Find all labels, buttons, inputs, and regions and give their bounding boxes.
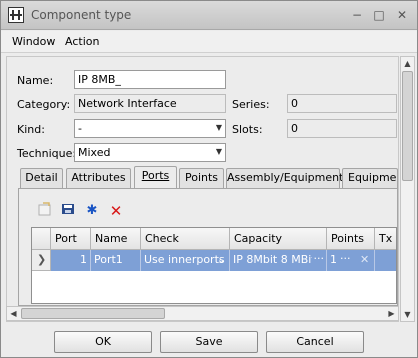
vertical-scrollbar[interactable]: ▲ ▼	[400, 56, 415, 322]
column-header-port[interactable]: Port	[51, 228, 91, 250]
tab-detail[interactable]: Detail	[20, 168, 63, 188]
cell-capacity[interactable]: IP 8Mbit 8 MBit ···	[230, 250, 327, 271]
save-button[interactable]: Save	[160, 331, 258, 353]
column-header-tx[interactable]: Tx	[375, 228, 396, 250]
cell-port[interactable]: 1	[51, 250, 91, 271]
cell-capacity-value: IP 8Mbit 8 MBit	[233, 253, 316, 266]
slots-label: Slots:	[232, 123, 263, 136]
app-icon	[8, 7, 24, 23]
save-icon[interactable]	[59, 202, 77, 220]
cell-check[interactable]: Use innerports ⌄	[141, 250, 230, 271]
column-header-check[interactable]: Check	[141, 228, 230, 250]
title-bar[interactable]: Component type − □ ✕	[1, 1, 417, 30]
ellipsis-icon[interactable]: ···	[340, 252, 351, 265]
maximize-button[interactable]: □	[371, 8, 387, 22]
name-label: Name:	[17, 74, 54, 87]
row-indicator-header	[32, 228, 51, 250]
category-label: Category:	[17, 98, 71, 111]
tab-points[interactable]: Points	[179, 168, 224, 188]
technique-label: Technique:	[17, 147, 77, 160]
cell-check-value: Use innerports	[144, 253, 225, 266]
menu-bar: Window Action	[1, 31, 417, 53]
chevron-down-icon[interactable]: ⌄	[217, 253, 226, 266]
chevron-down-icon: ▼	[215, 147, 222, 156]
edit-icon[interactable]	[36, 202, 54, 220]
slots-field: 0	[287, 119, 397, 138]
vertical-scroll-thumb[interactable]	[402, 71, 413, 181]
scroll-right-icon[interactable]: ▶	[387, 309, 396, 318]
ports-grid: Port Name Check Capacity Points Tx ❯ 1 P…	[31, 227, 397, 304]
menu-window[interactable]: Window	[12, 35, 55, 48]
cancel-button[interactable]: Cancel	[266, 331, 364, 353]
menu-action[interactable]: Action	[65, 35, 99, 48]
cell-name[interactable]: Port1	[91, 250, 141, 271]
window-title: Component type	[31, 8, 132, 22]
minimize-button[interactable]: −	[349, 8, 365, 22]
cell-points[interactable]: 1 ··· ✕	[327, 250, 375, 271]
cell-points-value: 1	[330, 253, 337, 266]
kind-value: -	[78, 122, 82, 135]
technique-value: Mixed	[78, 146, 111, 159]
column-header-points[interactable]: Points	[327, 228, 375, 250]
component-type-window: Component type − □ ✕ Window Action Name:…	[0, 0, 418, 358]
tab-ports[interactable]: Ports	[134, 166, 177, 189]
row-pointer-icon[interactable]: ❯	[32, 250, 51, 271]
technique-select[interactable]: Mixed ▼	[74, 143, 226, 162]
chevron-down-icon: ▼	[215, 123, 222, 132]
column-header-name[interactable]: Name	[91, 228, 141, 250]
scroll-down-icon[interactable]: ▼	[403, 310, 412, 319]
series-field: 0	[287, 94, 397, 113]
scroll-left-icon[interactable]: ◀	[9, 309, 18, 318]
horizontal-scrollbar[interactable]: ◀ ▶	[6, 306, 399, 321]
tab-assembly-equipment[interactable]: Assembly/Equipment	[226, 168, 343, 188]
ellipsis-icon[interactable]: ···	[311, 252, 324, 265]
name-input[interactable]: IP 8MB_	[74, 70, 226, 89]
kind-label: Kind:	[17, 123, 45, 136]
clear-icon[interactable]: ✕	[360, 253, 369, 266]
kind-select[interactable]: - ▼	[74, 119, 226, 138]
tab-attributes[interactable]: Attributes	[66, 168, 131, 188]
scroll-up-icon[interactable]: ▲	[403, 59, 412, 68]
cell-tx[interactable]	[375, 250, 396, 271]
series-label: Series:	[232, 98, 270, 111]
column-header-capacity[interactable]: Capacity	[230, 228, 327, 250]
category-field: Network Interface	[74, 94, 226, 113]
delete-icon[interactable]: ✕	[107, 202, 125, 220]
asterisk-icon[interactable]: ✱	[83, 202, 101, 220]
close-button[interactable]: ✕	[394, 8, 410, 22]
tab-equipment[interactable]: Equipment	[342, 168, 398, 188]
ok-button[interactable]: OK	[54, 331, 152, 353]
horizontal-scroll-thumb[interactable]	[21, 308, 165, 319]
